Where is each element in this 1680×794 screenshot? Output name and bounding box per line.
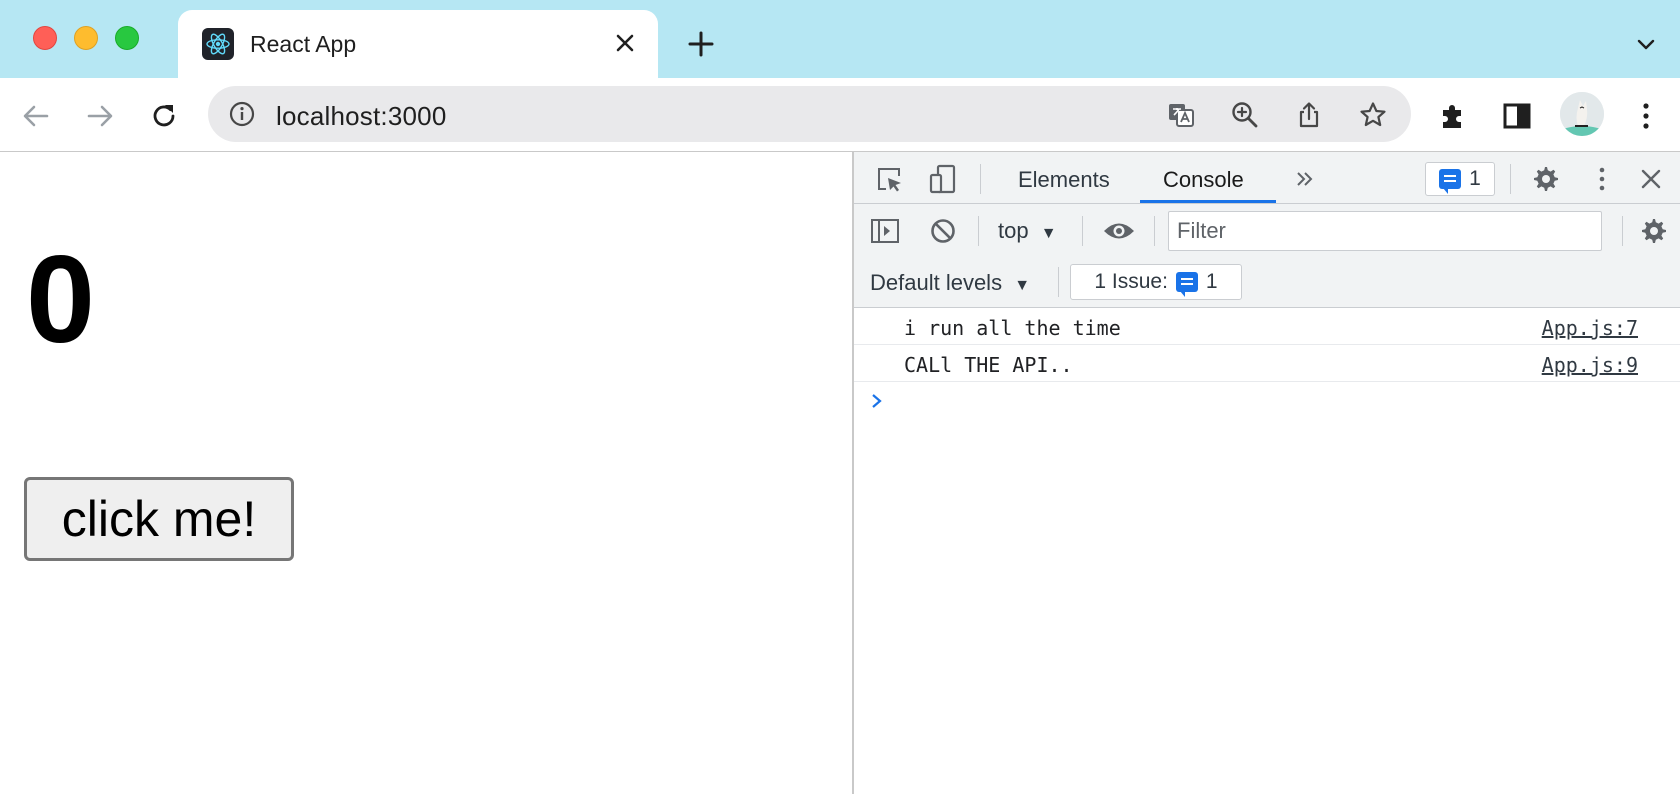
filter-separator bbox=[1622, 216, 1623, 246]
extensions-puzzle-icon[interactable] bbox=[1433, 96, 1473, 136]
console-output: i run all the time App.js:7 CALl THE API… bbox=[854, 309, 1680, 794]
more-tabs-chevrons-icon[interactable] bbox=[1290, 164, 1320, 194]
device-toolbar-icon[interactable] bbox=[926, 162, 960, 196]
browser-toolbar: localhost:3000 bbox=[0, 78, 1680, 152]
clear-console-icon[interactable] bbox=[926, 214, 960, 248]
log-levels-select[interactable]: Default levels ▼ bbox=[870, 270, 1030, 296]
page-viewport: 0 click me! bbox=[0, 152, 852, 794]
profile-avatar[interactable] bbox=[1560, 92, 1604, 136]
browser-menu-icon[interactable] bbox=[1626, 96, 1666, 136]
execution-context-label: top bbox=[998, 218, 1029, 243]
bookmark-star-icon[interactable] bbox=[1356, 98, 1390, 132]
console-log-source-link[interactable]: App.js:7 bbox=[1542, 316, 1638, 340]
dropdown-triangle-icon: ▼ bbox=[1014, 277, 1031, 294]
dropdown-triangle-icon: ▼ bbox=[1040, 225, 1057, 242]
tab-separator bbox=[1510, 164, 1511, 194]
console-settings-gear-icon[interactable] bbox=[1638, 215, 1670, 247]
tab-search-chevron-icon[interactable] bbox=[1630, 28, 1662, 60]
reload-icon[interactable] bbox=[144, 96, 184, 136]
share-icon[interactable] bbox=[1292, 98, 1326, 132]
devtools-panel: Elements Console 1 top ▼ Filter Default … bbox=[852, 152, 1680, 794]
active-tab-indicator bbox=[1140, 200, 1276, 203]
issues-label: 1 Issue: bbox=[1094, 270, 1168, 293]
close-devtools-icon[interactable] bbox=[1636, 164, 1666, 194]
minimize-window-button[interactable] bbox=[74, 26, 98, 50]
issue-message-icon bbox=[1439, 169, 1462, 194]
tab-title: React App bbox=[250, 31, 357, 57]
counter-value: 0 bbox=[26, 231, 95, 369]
address-url[interactable]: localhost:3000 bbox=[276, 101, 446, 132]
close-window-button[interactable] bbox=[33, 26, 57, 50]
console-log-message: CALl THE API.. bbox=[904, 353, 1073, 377]
forward-arrow-icon[interactable] bbox=[80, 96, 120, 136]
execution-context-select[interactable]: top ▼ bbox=[998, 218, 1057, 244]
show-sidebar-icon[interactable] bbox=[868, 214, 902, 248]
devtools-menu-icon[interactable] bbox=[1592, 163, 1612, 195]
new-tab-icon[interactable] bbox=[683, 26, 719, 62]
console-log-row: CALl THE API.. App.js:9 bbox=[854, 346, 1680, 382]
maximize-window-button[interactable] bbox=[115, 26, 139, 50]
live-expression-eye-icon[interactable] bbox=[1100, 214, 1138, 248]
back-arrow-icon[interactable] bbox=[16, 96, 56, 136]
translate-icon[interactable] bbox=[1164, 98, 1198, 132]
console-log-source-link[interactable]: App.js:9 bbox=[1542, 353, 1638, 377]
console-filter-input[interactable] bbox=[1168, 211, 1602, 251]
address-bar[interactable]: localhost:3000 bbox=[208, 86, 1411, 142]
settings-gear-icon[interactable] bbox=[1530, 163, 1562, 195]
issues-badge-count: 1 bbox=[1469, 167, 1481, 190]
tab-elements[interactable]: Elements bbox=[1018, 167, 1110, 193]
console-log-row: i run all the time App.js:7 bbox=[854, 309, 1680, 345]
console-log-message: i run all the time bbox=[904, 316, 1121, 340]
filter-separator bbox=[978, 216, 979, 246]
side-panel-icon[interactable] bbox=[1497, 96, 1537, 136]
tab-separator bbox=[980, 164, 981, 194]
devtools-tab-bar: Elements Console 1 bbox=[854, 152, 1680, 204]
console-levels-bar: Default levels ▼ 1 Issue: 1 bbox=[854, 256, 1680, 308]
browser-tab-active[interactable]: React App bbox=[178, 10, 658, 78]
close-tab-icon[interactable] bbox=[608, 26, 642, 60]
issue-message-icon bbox=[1175, 272, 1198, 297]
zoom-icon[interactable] bbox=[1228, 98, 1262, 132]
console-filter-bar: top ▼ bbox=[854, 204, 1680, 256]
inspect-element-icon[interactable] bbox=[872, 162, 906, 196]
log-levels-label: Default levels bbox=[870, 270, 1003, 295]
console-prompt-icon[interactable] bbox=[870, 389, 884, 417]
react-logo-icon bbox=[202, 28, 234, 60]
tab-strip: React App bbox=[0, 0, 1680, 78]
tab-console[interactable]: Console bbox=[1163, 167, 1244, 193]
click-me-button[interactable]: click me! bbox=[24, 477, 294, 561]
site-info-icon[interactable] bbox=[228, 100, 256, 128]
issues-button[interactable]: 1 Issue: 1 bbox=[1070, 264, 1242, 300]
filter-separator bbox=[1082, 216, 1083, 246]
levels-separator bbox=[1058, 267, 1059, 297]
issues-badge[interactable]: 1 bbox=[1425, 162, 1495, 196]
filter-separator bbox=[1154, 216, 1155, 246]
issues-count: 1 bbox=[1205, 270, 1218, 293]
